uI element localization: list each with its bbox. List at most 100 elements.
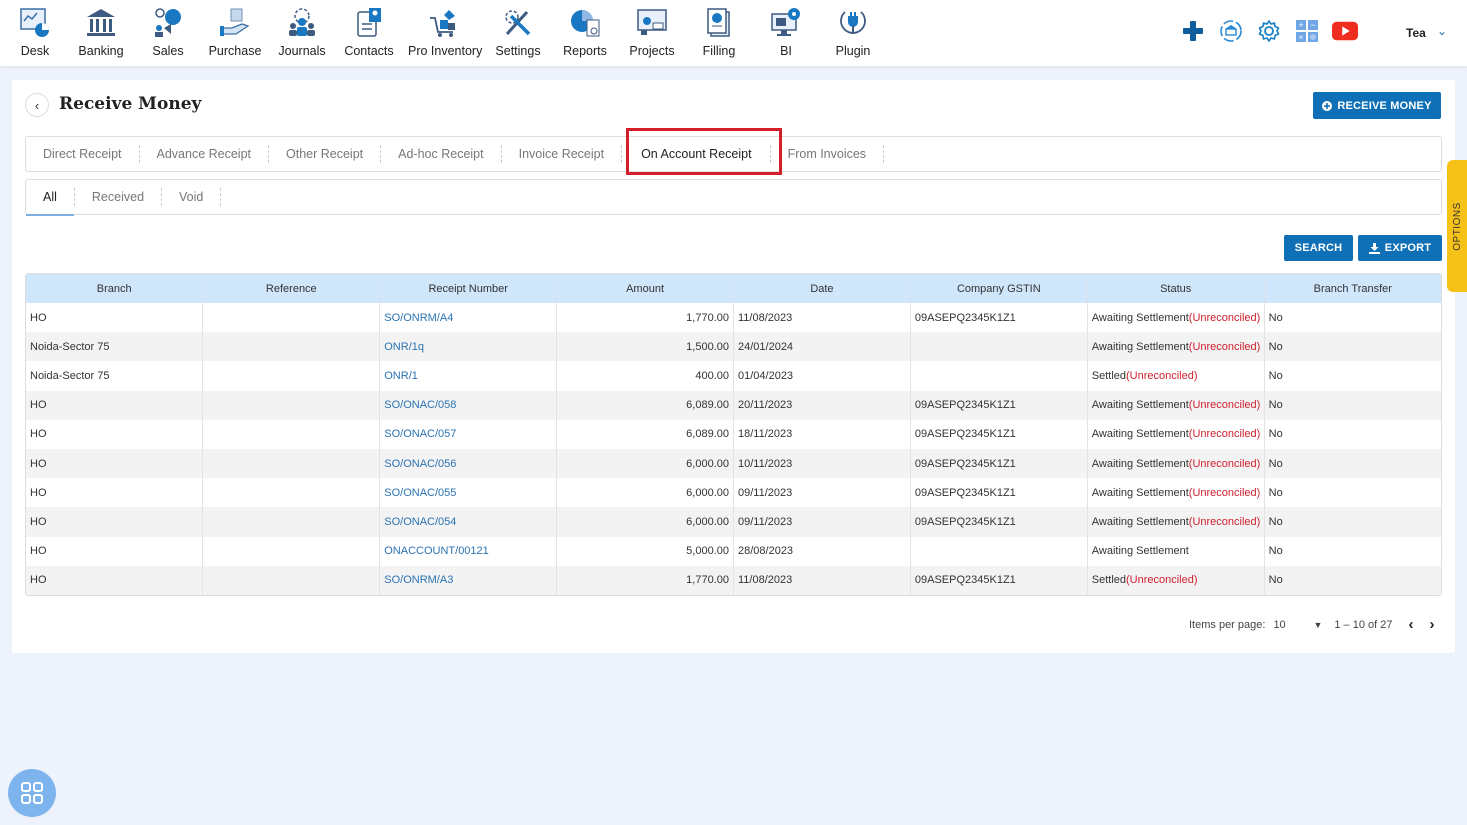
column-header-branch-transfer[interactable]: Branch Transfer	[1264, 274, 1441, 303]
table-row[interactable]: HO SO/ONAC/057 6,089.00 18/11/2023 09ASEPQ23…	[26, 419, 1441, 449]
nav-item-projects[interactable]: Projects	[617, 6, 687, 58]
nav-item-purchase[interactable]: Purchase	[200, 6, 270, 58]
status-text: Awaiting Settlement	[1091, 340, 1189, 353]
reconciliation-status: (Unreconciled)	[1188, 311, 1261, 324]
cell-status: Awaiting Settlement(Unreconciled)	[1087, 448, 1265, 479]
nav-item-banking[interactable]: Banking	[66, 6, 136, 58]
items-per-page-label: Items per page:	[1189, 618, 1266, 631]
nav-item-reports[interactable]: Reports	[550, 6, 620, 58]
nav-item-settings[interactable]: Settings	[483, 6, 553, 58]
bank-sync-icon[interactable]	[1218, 18, 1244, 44]
reconciliation-status: (Unreconciled)	[1188, 457, 1261, 470]
nav-item-label: Reports	[563, 44, 607, 58]
cell-branch-transfer: No	[1264, 448, 1441, 479]
receipts-table: Branch Reference Receipt Number Amount Date C…	[25, 273, 1442, 596]
receipt-number-link[interactable]: SO/ONAC/058	[379, 390, 558, 420]
cell-amount: 6,089.00	[556, 419, 734, 449]
nav-item-label: Filling	[702, 44, 736, 58]
caret-down-icon[interactable]: ▼	[1313, 620, 1322, 630]
back-button[interactable]: ‹	[25, 93, 49, 117]
receipt-number-link[interactable]: ONR/1	[379, 361, 558, 391]
cell-gstin	[910, 536, 1088, 566]
nav-item-desk[interactable]: Desk	[0, 6, 70, 58]
top-navigation: Desk Banking Sales Purchase Journals Contacts…	[0, 0, 1467, 66]
tab-on-account-receipt[interactable]: On Account Receipt	[622, 145, 771, 163]
table-row[interactable]: HO ONACCOUNT/00121 5,000.00 28/08/2023 Await…	[26, 536, 1441, 566]
receive-money-label: RECEIVE MONEY	[1337, 99, 1432, 112]
table-row[interactable]: HO SO/ONAC/058 6,089.00 20/11/2023 09ASEPQ23…	[26, 390, 1441, 420]
page-title: Receive Money	[59, 94, 202, 114]
tab-other-receipt[interactable]: Other Receipt	[269, 145, 382, 163]
previous-page-button[interactable]: ‹	[1408, 616, 1413, 633]
cell-amount: 6,000.00	[556, 507, 734, 537]
nav-item-label: Purchase	[208, 44, 262, 58]
reconciliation-status: (Unreconciled)	[1126, 369, 1198, 382]
cell-branch: HO	[26, 419, 204, 449]
tab-invoice-receipt[interactable]: Invoice Receipt	[502, 145, 623, 163]
tab-ad-hoc-receipt[interactable]: Ad-hoc Receipt	[381, 145, 502, 163]
table-row[interactable]: HO SO/ONRM/A3 1,770.00 11/08/2023 09ASEPQ234…	[26, 565, 1441, 595]
column-header-receipt-number[interactable]: Receipt Number	[379, 274, 558, 303]
tab-direct-receipt[interactable]: Direct Receipt	[26, 145, 140, 163]
column-header-amount[interactable]: Amount	[556, 274, 734, 303]
search-button[interactable]: SEARCH	[1284, 235, 1353, 261]
receipt-number-link[interactable]: SO/ONAC/055	[379, 478, 558, 508]
receive-money-button[interactable]: RECEIVE MONEY	[1313, 92, 1441, 119]
table-row[interactable]: Noida-Sector 75 ONR/1q 1,500.00 24/01/2024 A…	[26, 332, 1441, 362]
table-row[interactable]: HO SO/ONAC/056 6,000.00 10/11/2023 09ASEPQ23…	[26, 448, 1441, 479]
nav-item-bi[interactable]: BI	[751, 6, 821, 58]
cell-amount: 1,500.00	[556, 332, 734, 362]
table-row[interactable]: HO SO/ONAC/054 6,000.00 09/11/2023 09ASEPQ23…	[26, 507, 1441, 537]
receipt-number-link[interactable]: SO/ONAC/057	[379, 419, 558, 449]
cell-amount: 400.00	[556, 361, 734, 391]
column-header-status[interactable]: Status	[1087, 274, 1265, 303]
reconciliation-status: (Unreconciled)	[1188, 486, 1261, 499]
receipt-number-link[interactable]: SO/ONRM/A4	[379, 303, 558, 333]
nav-item-plugin[interactable]: Plugin	[818, 6, 888, 58]
receipt-number-link[interactable]: SO/ONAC/056	[379, 448, 558, 479]
subtab-void[interactable]: Void	[162, 188, 222, 206]
cell-amount: 6,000.00	[556, 478, 734, 508]
next-page-button[interactable]: ›	[1429, 616, 1434, 633]
nav-item-pro-inventory[interactable]: Pro Inventory	[408, 6, 482, 58]
column-header-branch[interactable]: Branch	[26, 274, 204, 303]
tab-from-invoices[interactable]: From Invoices	[771, 145, 885, 163]
projects-icon	[637, 9, 667, 35]
cell-status: Awaiting Settlement(Unreconciled)	[1087, 507, 1265, 537]
filing-icon	[707, 8, 730, 37]
export-button[interactable]: EXPORT	[1358, 235, 1442, 261]
options-drawer-toggle[interactable]: OPTIONS	[1447, 160, 1467, 292]
receipt-number-link[interactable]: SO/ONAC/054	[379, 507, 558, 537]
nav-item-label: Plugin	[835, 44, 871, 58]
table-row[interactable]: HO SO/ONRM/A4 1,770.00 11/08/2023 09ASEPQ234…	[26, 303, 1441, 333]
add-icon[interactable]	[1180, 18, 1206, 44]
youtube-icon[interactable]	[1332, 18, 1358, 44]
column-header-date[interactable]: Date	[733, 274, 911, 303]
nav-item-filling[interactable]: Filling	[684, 6, 754, 58]
column-header-reference[interactable]: Reference	[202, 274, 381, 303]
table-row[interactable]: HO SO/ONAC/055 6,000.00 09/11/2023 09ASEPQ23…	[26, 478, 1441, 508]
status-text: Awaiting Settlement	[1091, 399, 1189, 412]
receipt-number-link[interactable]: ONR/1q	[379, 332, 558, 362]
cell-gstin: 09ASEPQ2345K1Z1	[910, 507, 1088, 537]
receipt-number-link[interactable]: ONACCOUNT/00121	[379, 536, 558, 566]
tab-advance-receipt[interactable]: Advance Receipt	[140, 145, 270, 163]
subtab-received[interactable]: Received	[75, 188, 163, 206]
user-name[interactable]: Tea	[1406, 26, 1426, 40]
table-row[interactable]: Noida-Sector 75 ONR/1 400.00 01/04/2023 Sett…	[26, 361, 1441, 391]
nav-item-sales[interactable]: Sales	[133, 6, 203, 58]
calculator-icon[interactable]: + − ×	[1294, 18, 1320, 44]
cell-date: 18/11/2023	[733, 419, 911, 449]
items-per-page-select[interactable]: 10	[1273, 619, 1313, 631]
chevron-down-icon[interactable]: ⌄	[1437, 24, 1447, 38]
nav-item-journals[interactable]: Journals	[267, 6, 337, 58]
cell-status: Settled(Unreconciled)	[1087, 565, 1265, 595]
settings-gear-icon[interactable]	[1256, 18, 1282, 44]
cell-branch-transfer: No	[1268, 369, 1283, 382]
column-header-company-gstin[interactable]: Company GSTIN	[910, 274, 1088, 303]
cell-gstin: 09ASEPQ2345K1Z1	[910, 390, 1088, 420]
receipt-number-link[interactable]: SO/ONRM/A3	[379, 565, 558, 595]
nav-item-contacts[interactable]: Contacts	[334, 6, 404, 58]
subtab-all[interactable]: All	[26, 188, 75, 216]
apps-menu-button[interactable]	[8, 769, 56, 817]
